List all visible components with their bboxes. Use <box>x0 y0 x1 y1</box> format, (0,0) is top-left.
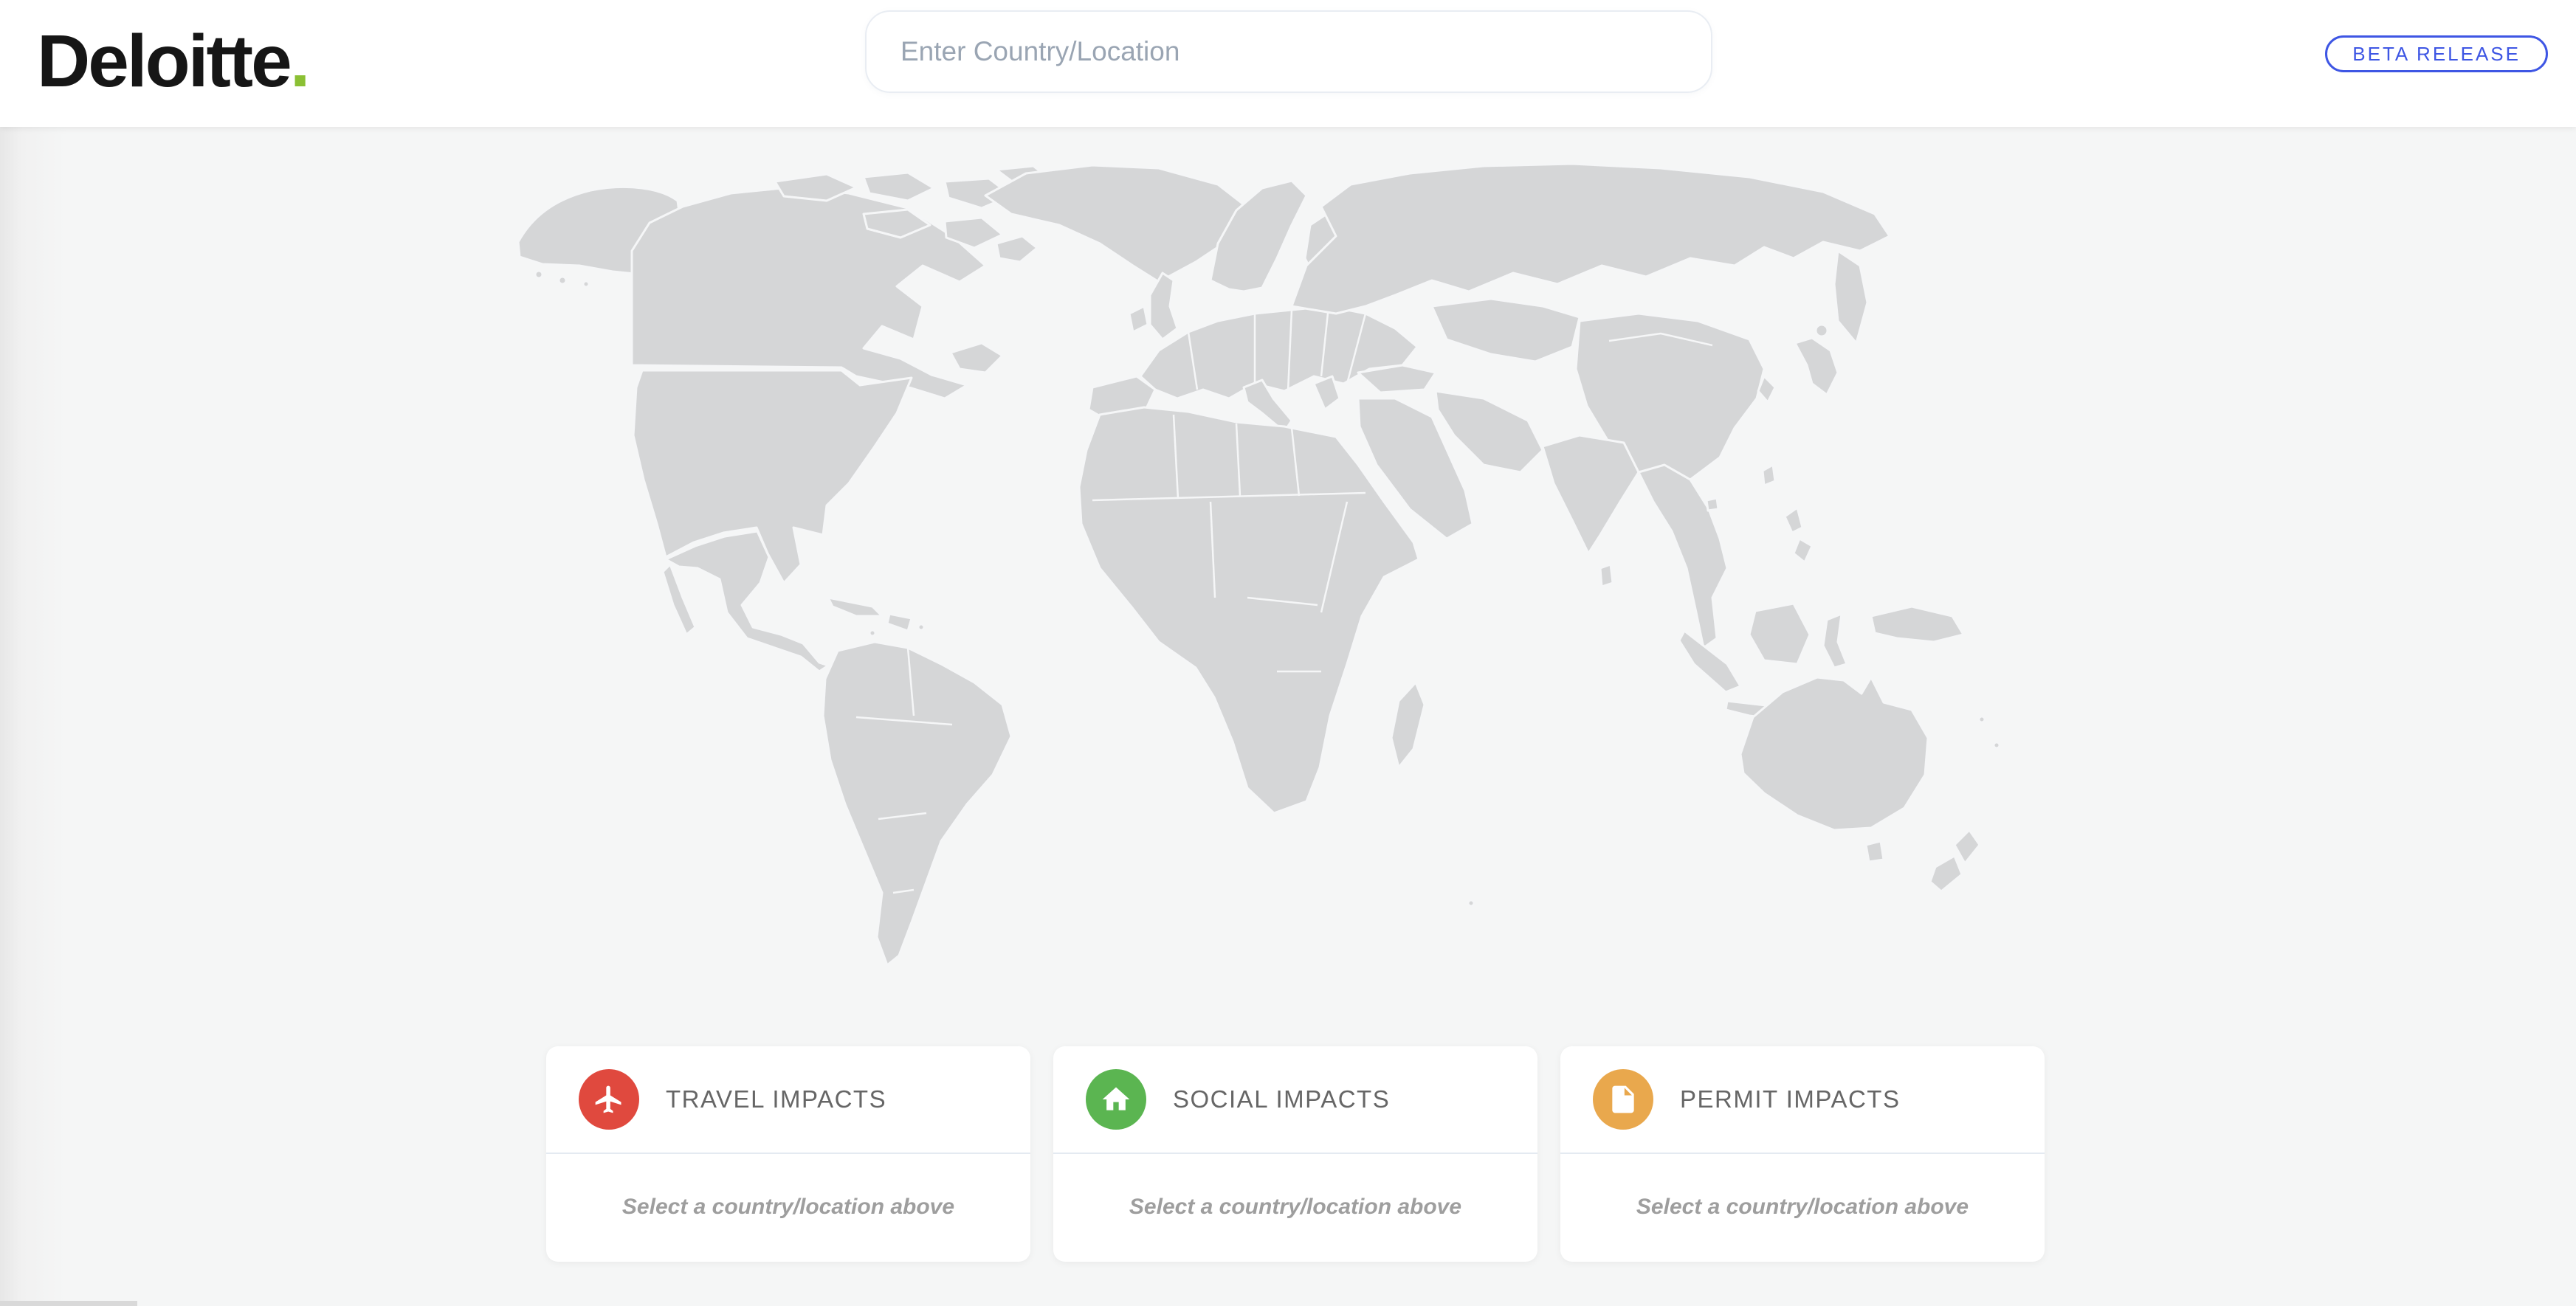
beta-release-badge[interactable]: BETA RELEASE <box>2325 35 2548 72</box>
world-map-svg <box>509 155 2059 974</box>
map-madagascar <box>1391 683 1425 767</box>
logo-text: Deloitte <box>37 20 290 103</box>
map-russia <box>1292 164 1890 314</box>
map-japan <box>1795 338 1838 395</box>
map-india <box>1543 435 1639 553</box>
map-africa <box>1079 407 1419 813</box>
map-kamchatka <box>1834 251 1867 343</box>
map-cuba <box>828 598 882 616</box>
map-south-america <box>823 642 1011 965</box>
deloitte-logo: Deloitte. <box>37 21 311 102</box>
card-title: SOCIAL IMPACTS <box>1173 1085 1390 1113</box>
map-borneo <box>1749 604 1810 664</box>
map-iceland <box>996 236 1037 262</box>
map-baja <box>663 564 695 635</box>
social-impacts-card[interactable]: SOCIAL IMPACTS Select a country/location… <box>1053 1046 1537 1262</box>
map-australia <box>1740 677 1928 830</box>
map-indochina <box>1639 465 1727 648</box>
airplane-icon <box>579 1069 639 1130</box>
card-note: Select a country/location above <box>1129 1195 1461 1220</box>
map-usa <box>633 370 912 583</box>
map-mexico <box>666 531 828 671</box>
map-canada <box>632 187 985 398</box>
card-title: TRAVEL IMPACTS <box>666 1085 886 1113</box>
document-icon <box>1593 1069 1653 1130</box>
travel-impacts-card[interactable]: TRAVEL IMPACTS Select a country/location… <box>546 1046 1030 1262</box>
map-uk <box>1150 273 1177 339</box>
permit-impacts-header: PERMIT IMPACTS <box>1560 1046 2045 1154</box>
travel-impacts-body: Select a country/location above <box>546 1154 1030 1260</box>
card-note: Select a country/location above <box>622 1195 954 1220</box>
map-new-zealand <box>1955 830 1980 863</box>
social-impacts-header: SOCIAL IMPACTS <box>1053 1046 1537 1154</box>
home-icon <box>1086 1069 1146 1130</box>
map-newfoundland <box>951 343 1002 373</box>
travel-impacts-header: TRAVEL IMPACTS <box>546 1046 1030 1154</box>
map-greenland <box>985 165 1251 282</box>
map-sulawesi <box>1823 614 1847 668</box>
map-tasmania <box>1866 841 1884 862</box>
map-new-guinea <box>1871 607 1963 642</box>
horizontal-scrollbar-thumb[interactable] <box>0 1301 137 1306</box>
permit-impacts-body: Select a country/location above <box>1560 1154 2045 1260</box>
social-impacts-body: Select a country/location above <box>1053 1154 1537 1260</box>
search-input[interactable] <box>865 10 1712 93</box>
map-central-asia <box>1432 299 1580 362</box>
card-title: PERMIT IMPACTS <box>1680 1085 1900 1113</box>
world-map[interactable] <box>509 155 2059 974</box>
permit-impacts-card[interactable]: PERMIT IMPACTS Select a country/location… <box>1560 1046 2045 1262</box>
card-note: Select a country/location above <box>1636 1195 1969 1220</box>
logo-green-dot: . <box>290 20 311 103</box>
app-header: Deloitte. BETA RELEASE <box>0 0 2576 127</box>
